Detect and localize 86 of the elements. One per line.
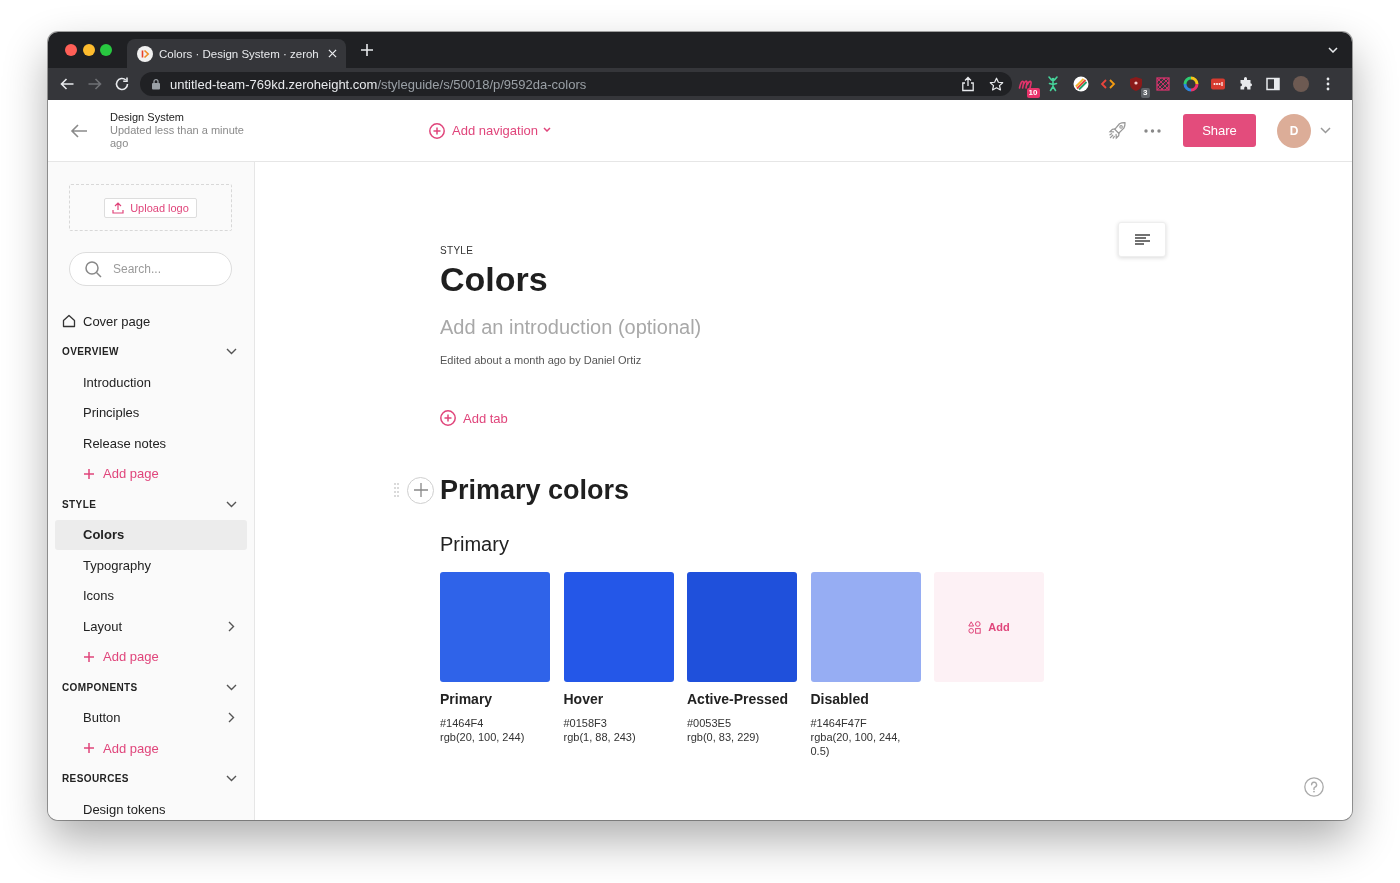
dots-icon[interactable]: [1210, 76, 1227, 92]
intro-field[interactable]: Add an introduction (optional): [440, 313, 860, 341]
color-swatch[interactable]: [563, 572, 674, 682]
more-icon[interactable]: [1144, 128, 1161, 133]
rgb-value: rgb(0, 83, 229): [687, 730, 761, 744]
align-left-icon: [1134, 234, 1150, 245]
back-arrow-icon[interactable]: [59, 76, 75, 92]
sidebar-item[interactable]: Introduction: [55, 367, 247, 398]
upload-logo-button[interactable]: Upload logo: [104, 197, 197, 218]
lock-icon: [151, 78, 161, 90]
sidebar-item[interactable]: Principles: [55, 397, 247, 428]
menu-icon[interactable]: [1326, 77, 1331, 91]
plus-circle-icon: [429, 122, 445, 139]
home-icon: [62, 314, 76, 329]
hex-value: #1464F47F: [810, 716, 868, 730]
site-logo-icon: [137, 45, 153, 62]
color-wheel-icon[interactable]: [1072, 76, 1089, 92]
plus-icon: [84, 743, 94, 754]
section-heading: Primary colors: [440, 474, 630, 507]
section-header[interactable]: RESOURCES: [55, 763, 247, 794]
add-page-button[interactable]: Add page: [55, 733, 247, 764]
edited-note: Edited about a month ago by Daniel Ortiz: [440, 353, 643, 367]
sidebar-item[interactable]: Typography: [55, 550, 247, 581]
sidebar-item[interactable]: Icons: [55, 580, 247, 611]
search-icon: [85, 260, 102, 278]
hex-value: #0158F3: [563, 716, 608, 730]
rgb-value: rgb(1, 88, 243): [563, 730, 637, 744]
shield-icon[interactable]: [1127, 76, 1144, 92]
search-field[interactable]: Search...: [69, 252, 232, 286]
star-icon[interactable]: [989, 76, 1004, 92]
plus-circle-icon: [440, 410, 456, 426]
rgb-value: rgba(20, 100, 244, 0.5): [810, 730, 902, 758]
caret-icon: [543, 127, 551, 132]
hex-value: #0053E5: [687, 716, 733, 730]
share-icon[interactable]: [961, 76, 975, 92]
sidebar-item[interactable]: Release notes: [55, 428, 247, 459]
reload-icon[interactable]: [114, 76, 130, 92]
sidebar-item[interactable]: Button: [55, 702, 247, 733]
color-name: Disabled: [810, 690, 870, 708]
address-bar[interactable]: untitled-team-769kd.zeroheight.com/styleguide/s/50018/p/9592da-colors: [140, 72, 1012, 96]
count-badge: 10: [1026, 88, 1040, 98]
zoom-window-icon[interactable]: [100, 44, 112, 56]
logo-drop-zone[interactable]: Upload logo: [69, 184, 232, 231]
hex-value: #1464F4: [440, 716, 485, 730]
update-status: Updated less than a minute ago: [110, 124, 245, 150]
shapes-icon: [968, 620, 982, 634]
add-page-button[interactable]: Add page: [55, 641, 247, 672]
count-badge: 3: [1141, 88, 1150, 98]
page-category: STYLE: [440, 245, 475, 257]
add-color-button[interactable]: Add: [934, 572, 1044, 682]
sidebar-item[interactable]: Colors: [55, 519, 247, 550]
add-page-button[interactable]: Add page: [55, 458, 247, 489]
hatched-square-icon[interactable]: [1155, 76, 1172, 92]
upload-icon: [112, 201, 125, 214]
new-tab-icon[interactable]: [360, 44, 373, 56]
color-swatch[interactable]: [440, 572, 550, 682]
minimize-window-icon[interactable]: [82, 44, 95, 56]
color-name: Active-Pressed: [687, 690, 790, 708]
sidebar-item[interactable]: Cover page: [55, 306, 247, 337]
page-title: Colors: [440, 259, 549, 299]
plus-icon: [84, 468, 94, 479]
section-header[interactable]: STYLE: [55, 489, 247, 520]
plus-icon: [84, 651, 94, 662]
side-panel-icon[interactable]: [1265, 76, 1282, 92]
browser-tab[interactable]: Colors · Design System · zeroh: [127, 39, 346, 68]
ring-icon[interactable]: [1182, 76, 1199, 92]
share-button[interactable]: Share: [1183, 114, 1256, 147]
drag-handle-icon[interactable]: [394, 483, 399, 497]
color-swatch[interactable]: [687, 572, 797, 682]
section-header[interactable]: OVERVIEW: [55, 336, 247, 367]
section-header[interactable]: COMPONENTS: [55, 672, 247, 703]
add-navigation-button[interactable]: Add navigation: [429, 122, 551, 139]
rocket-icon[interactable]: [1108, 121, 1127, 140]
color-swatch[interactable]: [810, 572, 921, 682]
plus-icon: [413, 483, 428, 497]
close-window-icon[interactable]: [65, 44, 77, 56]
close-icon[interactable]: [327, 49, 337, 58]
add-tab-button[interactable]: Add tab: [440, 408, 508, 428]
project-title: Design System: [110, 111, 185, 124]
sidebar-item[interactable]: Layout: [55, 611, 247, 642]
group-heading: Primary: [440, 532, 510, 557]
sidebar-item[interactable]: Design tokens: [55, 794, 247, 820]
table-of-contents-button[interactable]: [1118, 222, 1166, 257]
color-name: Primary: [440, 690, 494, 708]
rgb-value: rgb(20, 100, 244): [440, 730, 526, 744]
color-name: Hover: [563, 690, 605, 708]
